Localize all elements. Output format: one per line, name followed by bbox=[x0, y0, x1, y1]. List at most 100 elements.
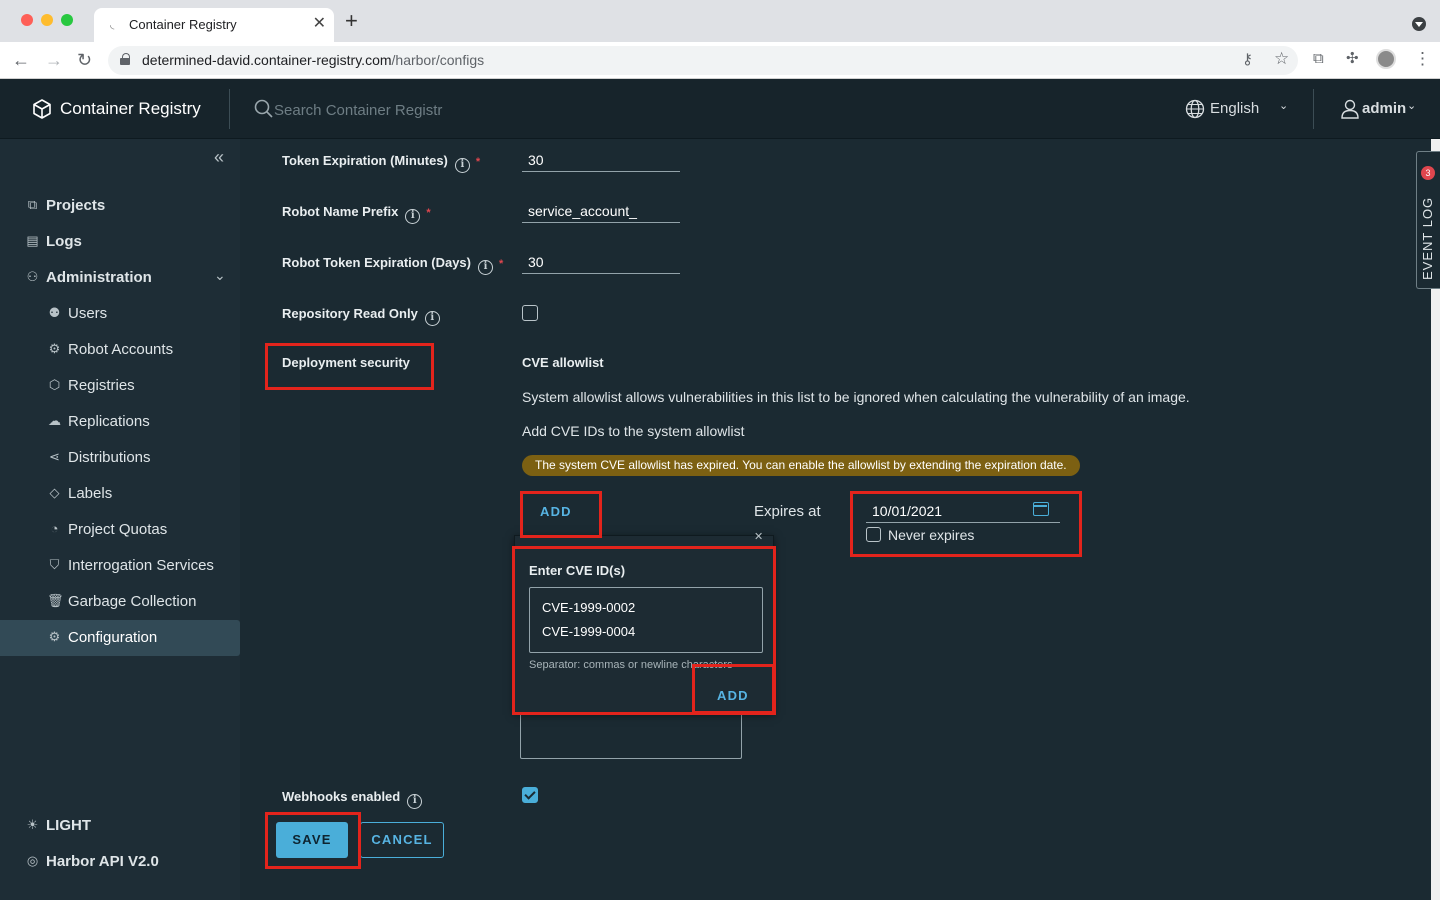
robot-icon: ⚙ bbox=[48, 341, 61, 356]
expiration-date-input[interactable]: 10/01/2021 bbox=[866, 499, 1060, 523]
event-log-tab[interactable]: 3 EVENT LOG bbox=[1416, 151, 1440, 289]
sidebar-item-label: Registries bbox=[68, 377, 135, 394]
extensions-icon[interactable]: ✣ bbox=[1346, 49, 1359, 67]
search-input[interactable] bbox=[274, 99, 514, 121]
cve-list-box[interactable] bbox=[520, 713, 742, 759]
sidebar-item-interrogation-services[interactable]: ⛉ Interrogation Services bbox=[0, 548, 240, 584]
cve-ids-textarea[interactable]: CVE-1999-0002 CVE-1999-0004 bbox=[529, 587, 763, 653]
robot-prefix-label: Robot Name Prefix i * bbox=[282, 204, 431, 224]
cve-input-popover: ✕ Enter CVE ID(s) CVE-1999-0002 CVE-1999… bbox=[514, 531, 774, 713]
popover-title: Enter CVE ID(s) bbox=[529, 563, 626, 578]
api-link[interactable]: ◎ Harbor API V2.0 bbox=[0, 844, 240, 880]
sidebar-item-administration[interactable]: ⚇ Administration ⌄ bbox=[0, 260, 240, 296]
tab-search-icon[interactable] bbox=[1412, 17, 1426, 31]
token-expiration-input[interactable] bbox=[522, 148, 680, 172]
administration-icon: ⚇ bbox=[26, 269, 39, 284]
add-cve-button[interactable]: ADD bbox=[540, 504, 572, 519]
browser-menu-icon[interactable]: ⋮ bbox=[1414, 49, 1431, 69]
deployment-security-label: Deployment security bbox=[282, 355, 410, 370]
theme-toggle-label: LIGHT bbox=[46, 817, 91, 834]
cve-id-line: CVE-1999-0002 bbox=[542, 600, 636, 615]
expired-warning-badge: The system CVE allowlist has expired. Yo… bbox=[522, 455, 1080, 476]
user-icon bbox=[1341, 99, 1359, 119]
robot-token-expiration-input[interactable] bbox=[522, 250, 680, 274]
save-button[interactable]: SAVE bbox=[276, 822, 348, 858]
language-label: English bbox=[1210, 100, 1260, 117]
trash-icon: 🗑 bbox=[47, 593, 64, 608]
address-bar: ← → ↻ determined-david.container-registr… bbox=[0, 42, 1440, 79]
reload-icon[interactable]: ↻ bbox=[77, 50, 92, 71]
separator-help: Separator: commas or newline characters bbox=[529, 659, 733, 671]
sun-icon: ☀ bbox=[26, 817, 39, 832]
sidebar-item-label: Projects bbox=[46, 197, 106, 214]
sidebar-item-users[interactable]: ⚉ Users bbox=[0, 296, 240, 332]
search-icon bbox=[254, 99, 273, 118]
profile-avatar[interactable] bbox=[1376, 49, 1396, 69]
webhooks-enabled-label: Webhooks enabled i bbox=[282, 789, 423, 809]
url-field[interactable]: determined-david.container-registry.com/… bbox=[108, 46, 1298, 75]
forward-icon[interactable]: → bbox=[45, 50, 63, 71]
event-count-badge: 3 bbox=[1421, 166, 1435, 180]
never-expires-checkbox[interactable] bbox=[866, 527, 881, 542]
language-selector[interactable]: English ⌄ bbox=[1185, 99, 1288, 123]
sidebar-item-project-quotas[interactable]: ◔ Project Quotas bbox=[0, 512, 240, 548]
tab-title: Container Registry bbox=[129, 17, 237, 32]
projects-icon: ⧉ bbox=[27, 197, 38, 212]
cve-id-line: CVE-1999-0004 bbox=[542, 624, 636, 639]
loading-icon: ◟ bbox=[110, 19, 115, 31]
cast-icon[interactable]: ⧉ bbox=[1313, 50, 1324, 67]
sidebar-item-registries[interactable]: ⬡ Registries bbox=[0, 368, 240, 404]
sidebar-item-label: Labels bbox=[68, 485, 113, 502]
close-popover-icon[interactable]: ✕ bbox=[754, 530, 763, 543]
sidebar-item-distributions[interactable]: ⋖ Distributions bbox=[0, 440, 240, 476]
sidebar-item-replications[interactable]: ☁ Replications bbox=[0, 404, 240, 440]
brand-title[interactable]: Container Registry bbox=[60, 99, 201, 119]
expires-at-label: Expires at bbox=[754, 503, 821, 520]
api-icon: ◎ bbox=[26, 853, 39, 868]
key-icon[interactable]: ⚷ bbox=[1242, 50, 1253, 68]
info-icon[interactable]: i bbox=[454, 158, 470, 173]
gear-icon: ⚙ bbox=[48, 629, 61, 644]
repo-read-only-checkbox[interactable] bbox=[522, 305, 538, 321]
webhooks-enabled-checkbox[interactable] bbox=[522, 787, 538, 803]
user-menu[interactable]: admin ⌄ bbox=[1340, 99, 1416, 123]
config-form: Token Expiration (Minutes)i* Robot Name … bbox=[240, 139, 1440, 900]
sidebar-item-projects[interactable]: ⧉ Projects bbox=[0, 188, 240, 224]
container-logo-icon bbox=[33, 99, 51, 119]
new-tab-button[interactable]: + bbox=[345, 10, 358, 32]
sidebar-item-labels[interactable]: ◇ Labels bbox=[0, 476, 240, 512]
window-minimize-button[interactable] bbox=[41, 14, 53, 26]
info-icon[interactable]: i bbox=[407, 794, 423, 809]
robot-prefix-input[interactable] bbox=[522, 199, 680, 223]
theme-toggle[interactable]: ☀ LIGHT bbox=[0, 808, 240, 844]
sidebar-item-garbage-collection[interactable]: 🗑 Garbage Collection bbox=[0, 584, 240, 620]
shield-icon: ⛉ bbox=[49, 557, 60, 572]
bookmark-star-icon[interactable]: ☆ bbox=[1274, 49, 1289, 69]
window-close-button[interactable] bbox=[21, 14, 33, 26]
info-icon[interactable]: i bbox=[478, 260, 493, 275]
sidebar-item-logs[interactable]: ▤ Logs bbox=[0, 224, 240, 260]
window-maximize-button[interactable] bbox=[61, 14, 73, 26]
cancel-button[interactable]: CANCEL bbox=[360, 822, 444, 858]
sidebar-item-configuration[interactable]: ⚙ Configuration bbox=[0, 620, 240, 656]
logs-icon: ▤ bbox=[26, 233, 39, 248]
collapse-sidebar-icon[interactable]: « bbox=[214, 147, 224, 168]
sidebar-item-robot-accounts[interactable]: ⚙ Robot Accounts bbox=[0, 332, 240, 368]
info-icon[interactable]: i bbox=[424, 311, 440, 326]
never-expires-label: Never expires bbox=[888, 527, 975, 543]
back-icon[interactable]: ← bbox=[12, 50, 30, 71]
sidebar-item-label: Logs bbox=[46, 233, 82, 250]
calendar-icon[interactable] bbox=[1033, 502, 1049, 516]
required-marker: * bbox=[499, 258, 504, 270]
distributions-icon: ⋖ bbox=[49, 449, 60, 464]
url-text: determined-david.container-registry.com/… bbox=[142, 52, 485, 68]
browser-tab[interactable]: ◟ Container Registry ✕ bbox=[94, 8, 334, 42]
chevron-down-icon: ⌄ bbox=[214, 267, 226, 283]
sidebar-item-label: Garbage Collection bbox=[68, 593, 197, 610]
api-link-label: Harbor API V2.0 bbox=[46, 853, 159, 870]
info-icon[interactable]: i bbox=[405, 209, 421, 224]
popover-add-button[interactable]: ADD bbox=[717, 688, 749, 703]
sidebar-item-label: Configuration bbox=[68, 629, 158, 646]
close-tab-icon[interactable]: ✕ bbox=[313, 13, 326, 33]
app-header: Container Registry English ⌄ admin ⌄ bbox=[0, 79, 1440, 139]
